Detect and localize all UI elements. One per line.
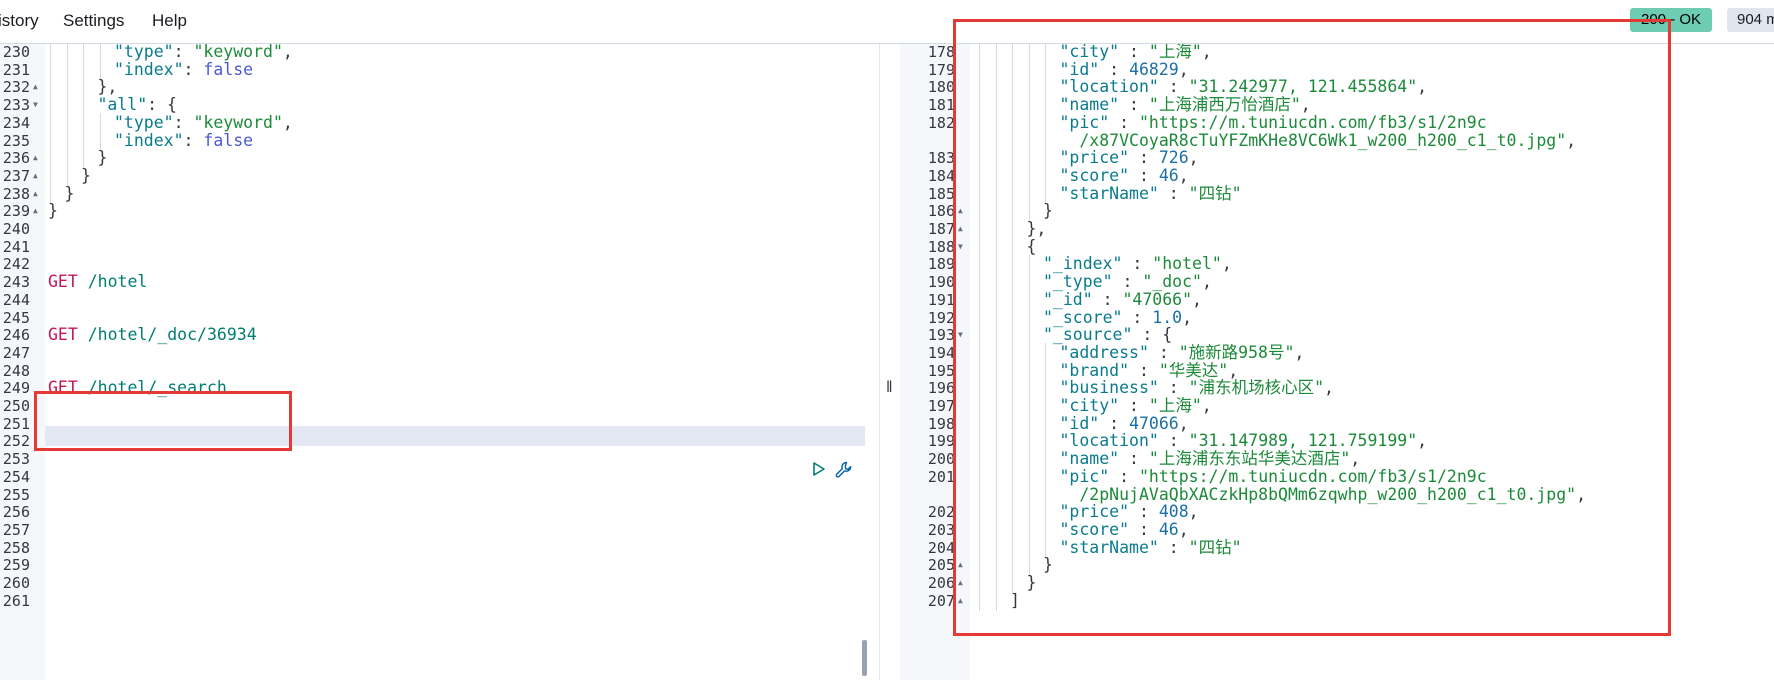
line-number: 207 [927, 591, 955, 610]
response-time-badge: 904 ms [1727, 8, 1774, 32]
menu-history[interactable]: istory [0, 0, 39, 43]
request-highlight-box [34, 391, 292, 451]
wrench-icon[interactable] [834, 460, 854, 480]
code-token: GET [48, 272, 78, 292]
code-token: : [183, 59, 204, 79]
menu-settings[interactable]: Settings [63, 0, 124, 43]
play-icon[interactable] [811, 461, 827, 477]
code-token: "index" [114, 130, 184, 150]
code-token: "all" [97, 95, 148, 115]
code-token: , [282, 44, 293, 61]
editor-scrollbar[interactable] [862, 640, 867, 676]
resize-grip-icon: ‖ [886, 379, 893, 396]
code-token: : [173, 44, 194, 61]
code-token: /hotel/_doc/36934 [87, 325, 257, 345]
code-line: 261 [0, 591, 879, 611]
request-editor[interactable]: 230 "type": "keyword", 231 "index": false 23… [0, 44, 879, 680]
code-token: GET [48, 325, 78, 345]
code-token: : [173, 112, 194, 132]
response-highlight-box [953, 19, 1671, 636]
code-token: } [97, 148, 108, 168]
code-token: } [64, 183, 75, 203]
code-token: }, [97, 77, 118, 97]
code-token: /hotel [87, 272, 148, 292]
code-token: : [183, 130, 204, 150]
code-token: } [81, 165, 91, 185]
code-token: "type" [114, 112, 174, 132]
code-token: , [282, 112, 293, 132]
code-token: false [203, 59, 254, 79]
code-token: "type" [114, 44, 174, 61]
code-token: } [48, 201, 58, 221]
code-token: false [203, 130, 254, 150]
menu-help[interactable]: Help [152, 0, 187, 43]
code-token: : { [147, 95, 177, 115]
code-token: "keyword" [193, 44, 283, 61]
code-token: "index" [114, 59, 184, 79]
line-number: 261 [2, 591, 30, 610]
pane-resize-handle[interactable]: ‖ [879, 44, 902, 680]
code-token: "keyword" [193, 112, 283, 132]
